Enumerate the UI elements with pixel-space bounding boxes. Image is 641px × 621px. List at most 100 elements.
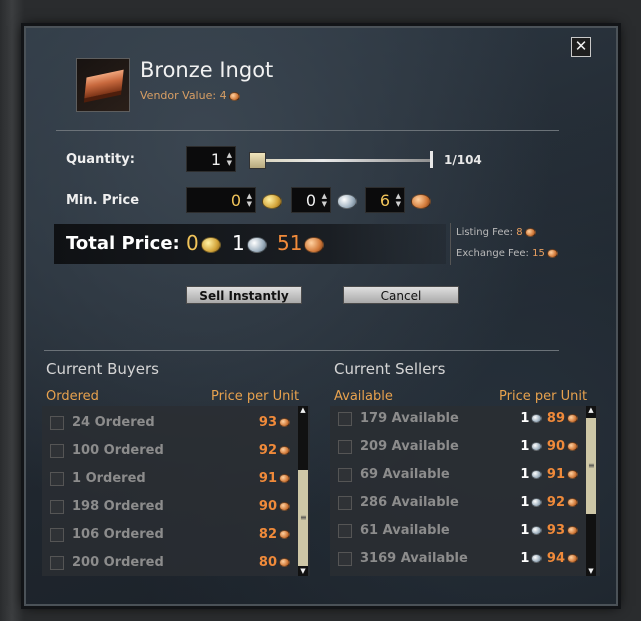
checkbox[interactable]: [50, 556, 64, 570]
available-count: 61 Available: [360, 523, 450, 538]
checkbox[interactable]: [338, 440, 352, 454]
total-silver-value: 1: [232, 231, 245, 255]
listing-fee: Listing Fee: 8: [456, 227, 536, 238]
min-price-gold-value: 0: [230, 191, 241, 210]
close-button[interactable]: ✕: [571, 37, 591, 57]
current-buyers-title: Current Buyers: [46, 360, 159, 378]
stepper-arrows-icon[interactable]: ▲ ▼: [396, 192, 401, 208]
scroll-down-icon[interactable]: ▼: [298, 567, 308, 575]
scroll-up-icon[interactable]: ▲: [586, 406, 596, 414]
stepper-arrows-icon[interactable]: ▲ ▼: [322, 192, 327, 208]
min-price-silver-input[interactable]: 0 ▲ ▼: [291, 187, 331, 213]
quantity-slider-handle[interactable]: [249, 152, 266, 169]
copper-coin-icon: [279, 474, 290, 483]
silver-coin-icon: [531, 526, 543, 535]
vendor-value: Vendor Value: 4: [140, 89, 240, 102]
checkbox[interactable]: [50, 444, 64, 458]
checkbox[interactable]: [338, 412, 352, 426]
min-price-gold-input[interactable]: 0 ▲ ▼: [186, 187, 256, 213]
checkbox[interactable]: [50, 500, 64, 514]
available-count: 69 Available: [360, 467, 450, 482]
list-item[interactable]: 24 Ordered 93: [42, 410, 296, 436]
total-gold: 0: [186, 231, 221, 255]
copper-coin-icon: [567, 414, 578, 423]
total-copper-value: 51: [277, 231, 303, 255]
silver-coin-icon: [337, 194, 357, 209]
unit-price: 1 92: [520, 490, 578, 516]
silver-coin-icon: [531, 498, 543, 507]
list-item[interactable]: 69 Available 1 91: [330, 462, 584, 488]
item-name: Bronze Ingot: [140, 58, 274, 82]
checkbox[interactable]: [338, 496, 352, 510]
quantity-slider-end: [430, 151, 433, 168]
stepper-arrows-icon[interactable]: ▲ ▼: [247, 192, 252, 208]
min-price-label: Min. Price: [66, 193, 140, 208]
list-item[interactable]: 3169 Available 1 94: [330, 546, 584, 572]
unit-price: 80: [259, 550, 290, 576]
scroll-up-icon[interactable]: ▲: [298, 406, 308, 414]
sellers-available-header[interactable]: Available: [334, 389, 393, 404]
exchange-fee-label: Exchange Fee:: [456, 248, 529, 259]
stepper-arrows-icon[interactable]: ▲ ▼: [227, 151, 232, 167]
list-item[interactable]: 61 Available 1 93: [330, 518, 584, 544]
ordered-count: 100 Ordered: [72, 443, 164, 458]
sellers-scrollbar[interactable]: ▲ ≡ ▼: [586, 406, 596, 576]
quantity-slider-track[interactable]: [250, 159, 433, 162]
cancel-button[interactable]: Cancel: [343, 286, 459, 304]
ordered-count: 24 Ordered: [72, 415, 155, 430]
fee-divider: [450, 223, 451, 265]
copper-coin-icon: [567, 526, 578, 535]
quantity-label: Quantity:: [66, 152, 135, 167]
list-item[interactable]: 106 Ordered 82: [42, 522, 296, 548]
list-item[interactable]: 286 Available 1 92: [330, 490, 584, 516]
sellers-list: 179 Available 1 89 209 Available 1 90 69…: [330, 406, 600, 576]
min-price-copper-value: 6: [379, 191, 390, 210]
checkbox[interactable]: [338, 552, 352, 566]
copper-coin-icon: [546, 248, 558, 258]
ordered-count: 198 Ordered: [72, 499, 164, 514]
quantity-stepper[interactable]: 1 ▲ ▼: [186, 146, 236, 172]
buyers-scrollbar[interactable]: ▲ ≡ ▼: [298, 406, 308, 576]
unit-price-value: 91: [258, 471, 277, 486]
checkbox[interactable]: [50, 472, 64, 486]
copper-coin-icon: [279, 558, 290, 567]
copper-coin-icon: [411, 194, 431, 209]
sell-instantly-button[interactable]: Sell Instantly: [186, 286, 302, 304]
sellers-price-header[interactable]: Price per Unit: [499, 389, 587, 404]
copper-coin-icon: [567, 498, 578, 507]
copper-coin-icon: [279, 502, 290, 511]
grip-icon: ≡: [588, 461, 595, 470]
buyers-ordered-header[interactable]: Ordered: [46, 389, 99, 404]
copper-coin-icon: [228, 91, 240, 101]
min-price-copper-input[interactable]: 6 ▲ ▼: [365, 187, 405, 213]
unit-price: 1 94: [520, 546, 578, 572]
ordered-count: 1 Ordered: [72, 471, 146, 486]
item-icon: [76, 58, 130, 112]
list-item[interactable]: 100 Ordered 92: [42, 438, 296, 464]
unit-price-copper: 91: [546, 467, 565, 482]
copper-coin-icon: [567, 470, 578, 479]
exchange-fee: Exchange Fee: 15: [456, 248, 558, 259]
list-item[interactable]: 179 Available 1 89: [330, 406, 584, 432]
buyers-price-header[interactable]: Price per Unit: [211, 389, 299, 404]
list-item[interactable]: 200 Ordered 80: [42, 550, 296, 576]
gold-coin-icon: [262, 194, 282, 209]
scroll-down-icon[interactable]: ▼: [586, 567, 596, 575]
available-count: 209 Available: [360, 439, 459, 454]
list-item[interactable]: 198 Ordered 90: [42, 494, 296, 520]
checkbox[interactable]: [338, 468, 352, 482]
listing-fee-label: Listing Fee:: [456, 227, 514, 238]
copper-coin-icon: [567, 442, 578, 451]
checkbox[interactable]: [50, 416, 64, 430]
unit-price-value: 92: [258, 443, 277, 458]
silver-coin-icon: [531, 554, 543, 563]
copper-coin-icon: [279, 530, 290, 539]
bronze-ingot-icon: [84, 69, 124, 99]
divider: [44, 350, 559, 351]
checkbox[interactable]: [338, 524, 352, 538]
list-item[interactable]: 1 Ordered 91: [42, 466, 296, 492]
available-count: 286 Available: [360, 495, 459, 510]
close-icon: ✕: [574, 37, 588, 55]
list-item[interactable]: 209 Available 1 90: [330, 434, 584, 460]
checkbox[interactable]: [50, 528, 64, 542]
